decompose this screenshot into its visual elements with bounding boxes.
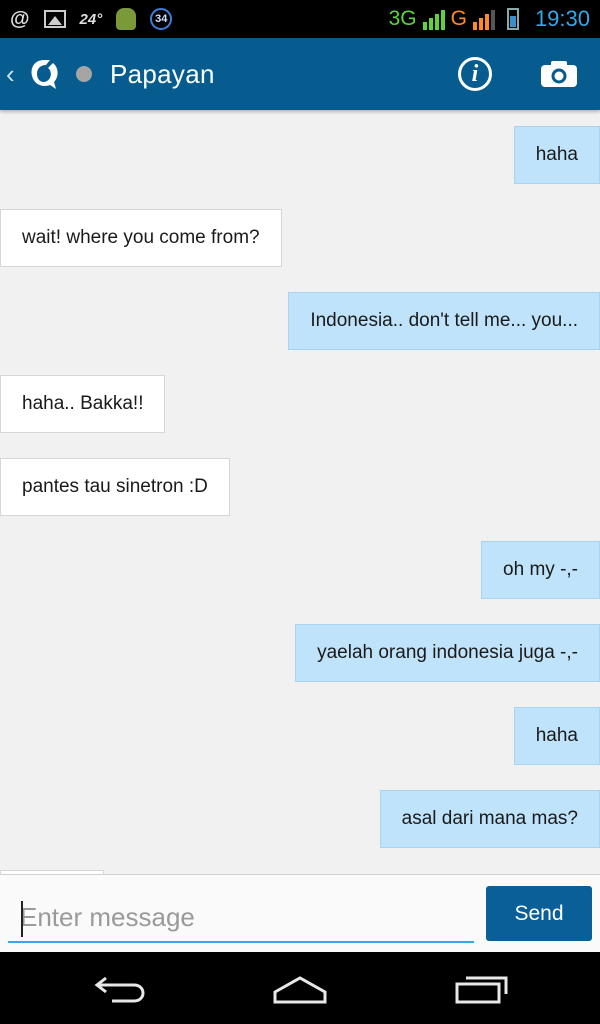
temperature-label: 24° (79, 10, 103, 28)
message-bubble-outgoing[interactable]: haha (513, 126, 600, 184)
network-g-label: G (450, 7, 467, 30)
message-input[interactable] (8, 893, 474, 943)
back-icon[interactable] (94, 974, 146, 1004)
message-bubble-incoming[interactable]: pantes tau sinetron :D (0, 458, 230, 516)
text-cursor (21, 901, 23, 937)
contact-name[interactable]: Papayan (110, 59, 215, 90)
notification-count-badge: 34 (150, 8, 173, 30)
message-bubble-outgoing[interactable]: oh my -,- (481, 541, 600, 599)
android-notification-icon (116, 8, 137, 30)
email-notification-icon: @ (10, 7, 30, 30)
clock-label: 19:30 (534, 6, 590, 31)
status-bar: @ 24° 34 3G G 19:30 (0, 0, 600, 38)
message-list[interactable]: haha wait! where you come from? Indonesi… (0, 110, 600, 874)
home-icon[interactable] (272, 974, 328, 1004)
image-notification-icon (43, 10, 66, 28)
conversation-header: ‹ Papayan i (0, 38, 600, 110)
message-bubble-incoming[interactable]: wait! where you come from? (0, 209, 282, 267)
presence-status-dot (76, 66, 92, 82)
message-bubble-outgoing[interactable]: yaelah orang indonesia juga -,- (295, 624, 600, 682)
battery-icon (506, 8, 519, 30)
network-3g-label: 3G (388, 7, 417, 30)
message-bubble-outgoing[interactable]: Indonesia.. don't tell me... you... (288, 292, 600, 350)
message-composer: Send (0, 874, 600, 952)
signal-strength-2-icon (472, 8, 495, 30)
signal-strength-icon (422, 8, 445, 30)
info-icon[interactable]: i (458, 57, 492, 91)
system-navigation-bar (0, 952, 600, 1024)
back-chevron-icon[interactable]: ‹ (6, 59, 20, 90)
message-bubble-incoming[interactable]: haha.. Bakka!! (0, 375, 166, 433)
send-button[interactable]: Send (486, 886, 592, 941)
recent-apps-icon[interactable] (454, 972, 510, 1006)
app-logo-icon[interactable] (26, 56, 62, 92)
camera-icon[interactable] (540, 60, 578, 88)
message-bubble-outgoing[interactable]: haha (513, 707, 600, 765)
message-bubble-outgoing[interactable]: asal dari mana mas? (379, 790, 600, 848)
